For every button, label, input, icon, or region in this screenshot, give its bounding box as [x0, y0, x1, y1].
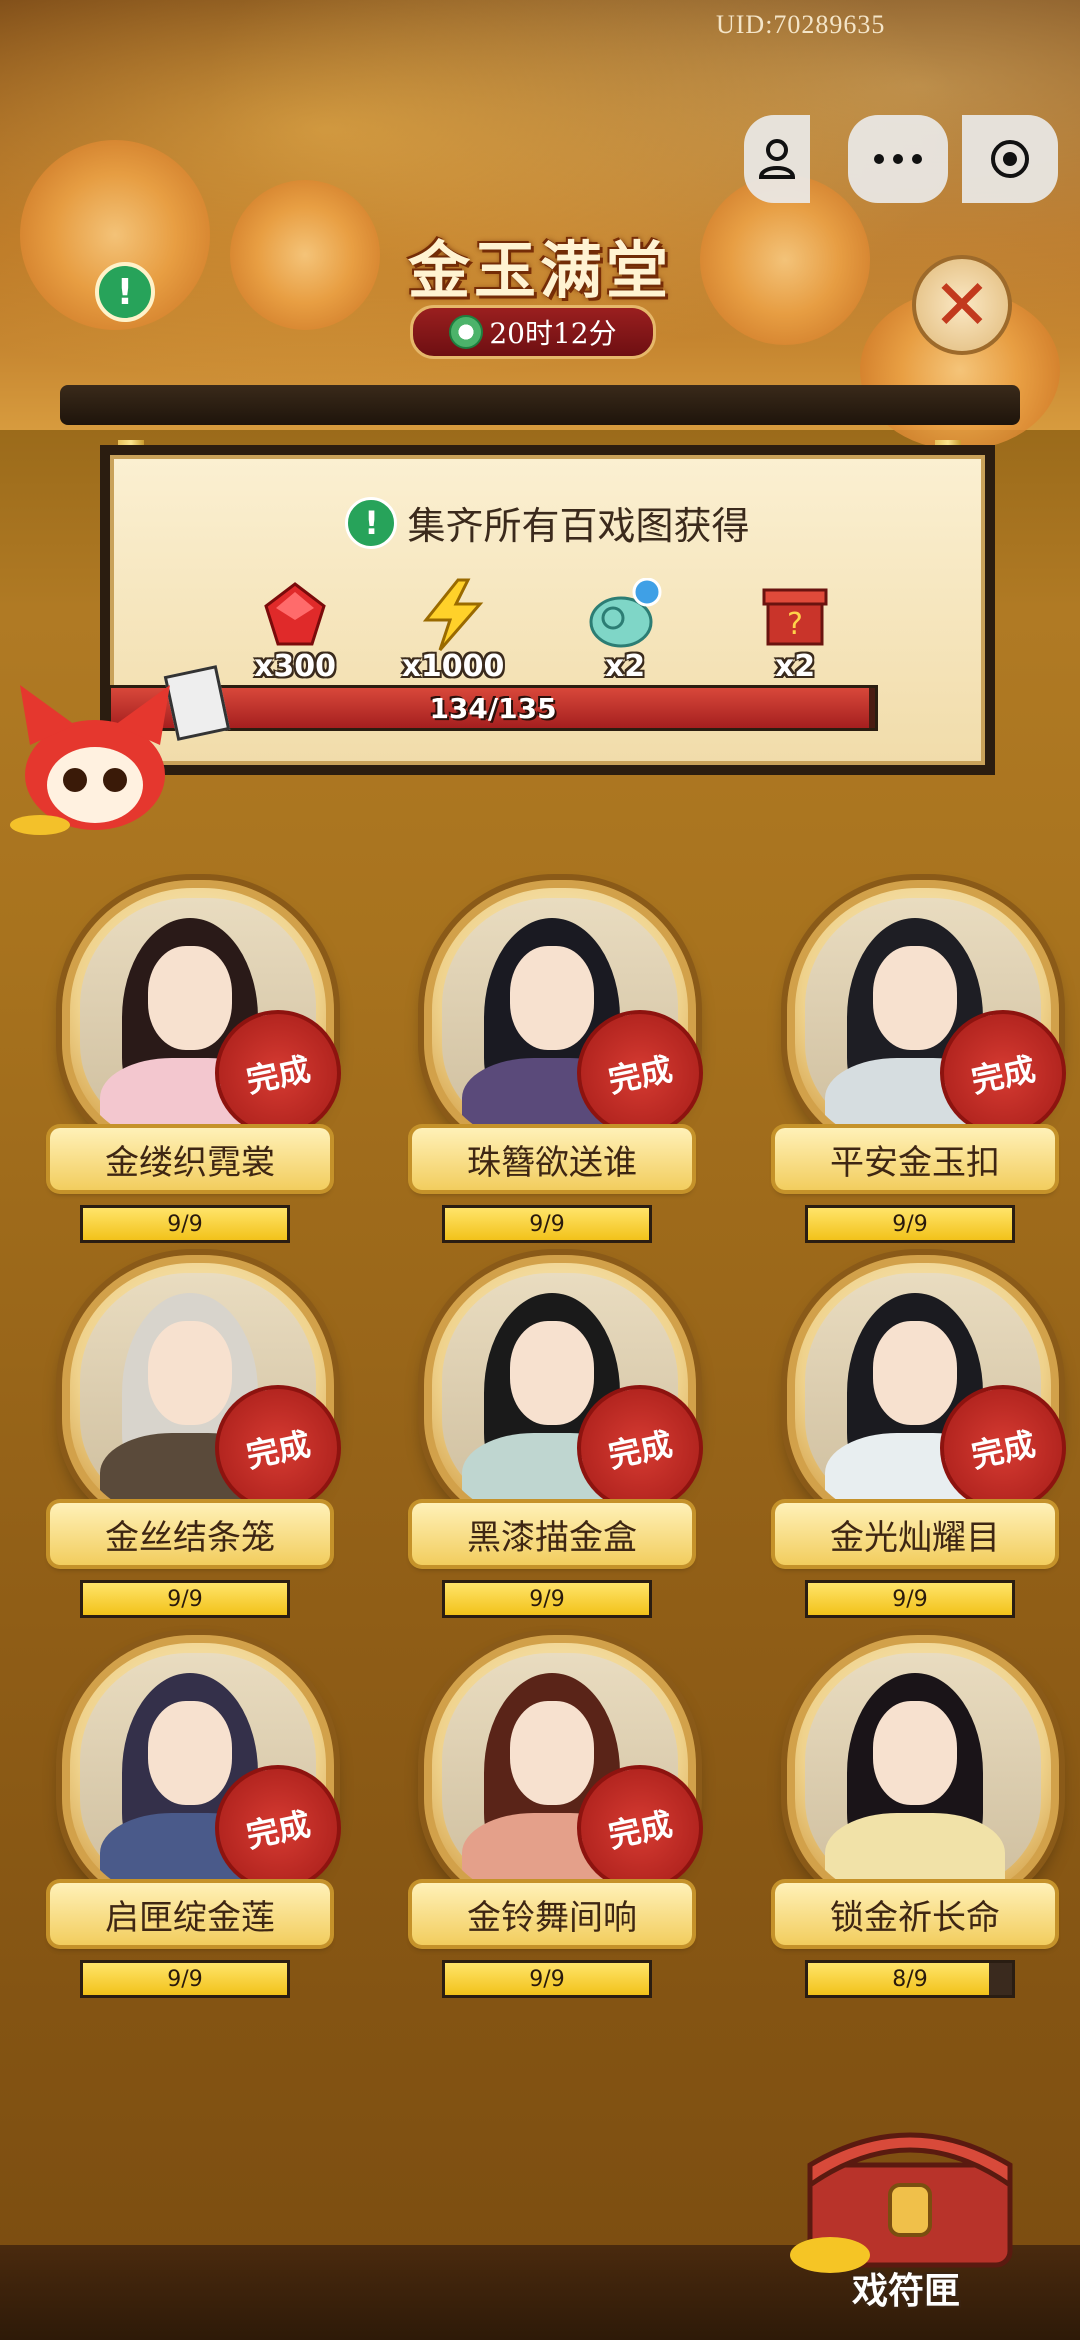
- character-progress-bar: 9/9: [80, 1205, 290, 1243]
- character-progress-label: 9/9: [892, 1211, 928, 1237]
- character-name: 启匣绽金莲: [50, 1883, 330, 1945]
- more-options-button[interactable]: [848, 115, 948, 203]
- target-icon: [991, 140, 1029, 178]
- character-card[interactable]: 完成 金铃舞间响 9/9: [402, 1635, 715, 2005]
- portrait-face: [148, 946, 232, 1050]
- lightning-energy-icon: [413, 575, 493, 655]
- portrait-face: [148, 1321, 232, 1425]
- character-portrait[interactable]: [787, 1635, 1059, 1907]
- event-title: 金玉满堂: [407, 234, 672, 307]
- close-button[interactable]: ✕: [912, 255, 1012, 355]
- character-progress-label: 9/9: [167, 1966, 203, 1992]
- character-name: 锁金祈长命: [775, 1883, 1055, 1945]
- character-progress-label: 9/9: [529, 1966, 565, 1992]
- user-id-label: UID:70289635: [716, 10, 886, 39]
- reward-qty: x2: [774, 649, 816, 684]
- mystery-box-icon: ?: [755, 575, 835, 655]
- character-progress-label: 9/9: [892, 1586, 928, 1612]
- chest-label[interactable]: 戏符匣: [852, 2262, 960, 2314]
- user-icon: [758, 139, 796, 179]
- character-card[interactable]: 完成 金缕织霓裳 9/9: [40, 880, 353, 1250]
- character-card[interactable]: 完成 珠簪欲送谁 9/9: [402, 880, 715, 1250]
- character-progress-bar: 9/9: [442, 1205, 652, 1243]
- character-progress-bar: 9/9: [805, 1580, 1015, 1618]
- portrait-face: [873, 1701, 957, 1805]
- character-card[interactable]: 完成 金光灿耀目 9/9: [765, 1255, 1078, 1625]
- character-progress-label: 9/9: [529, 1586, 565, 1612]
- character-card[interactable]: 锁金祈长命 8/9: [765, 1635, 1065, 2005]
- reward-item-energy[interactable]: x1000: [393, 575, 513, 684]
- portrait-face: [510, 1321, 594, 1425]
- info-icon[interactable]: !: [95, 262, 155, 322]
- character-name: 平安金玉扣: [775, 1128, 1055, 1190]
- character-card[interactable]: 完成 启匣绽金莲 9/9: [40, 1635, 353, 2005]
- character-name: 金丝结条笼: [50, 1503, 330, 1565]
- character-progress-bar: 9/9: [80, 1580, 290, 1618]
- portrait-face: [510, 946, 594, 1050]
- character-name: 金光灿耀目: [775, 1503, 1055, 1565]
- reward-banner: ! 集齐所有百戏图获得: [110, 495, 985, 550]
- character-progress-bar: 9/9: [80, 1960, 290, 1998]
- character-progress-label: 9/9: [167, 1211, 203, 1237]
- reward-qty: x1000: [401, 649, 505, 684]
- character-progress-bar: 9/9: [805, 1205, 1015, 1243]
- character-name: 金缕织霓裳: [50, 1128, 330, 1190]
- clock-icon: [449, 315, 484, 349]
- event-title-plate: 金玉满堂: [385, 210, 695, 320]
- decorative-flower: [230, 180, 380, 330]
- reward-qty: x300: [254, 649, 336, 684]
- treasure-chest-button[interactable]: [790, 2125, 1030, 2275]
- reward-item-gem[interactable]: x300: [235, 575, 355, 684]
- character-progress-bar: 8/9: [805, 1960, 1015, 1998]
- portrait-face: [510, 1701, 594, 1805]
- character-name: 黑漆描金盒: [412, 1503, 692, 1565]
- close-miniprogram-button[interactable]: [962, 115, 1058, 203]
- character-progress-label: 8/9: [892, 1966, 928, 1992]
- close-icon: ✕: [932, 264, 992, 346]
- panel-roof: [60, 385, 1020, 425]
- character-name: 珠簪欲送谁: [412, 1128, 692, 1190]
- character-progress-label: 9/9: [167, 1586, 203, 1612]
- character-card[interactable]: 完成 黑漆描金盒 9/9: [402, 1255, 715, 1625]
- portrait-face: [148, 1701, 232, 1805]
- profile-button[interactable]: [744, 115, 810, 203]
- reward-item-mystery-box[interactable]: ? x2: [735, 575, 855, 684]
- character-card[interactable]: 完成 平安金玉扣 9/9: [765, 880, 1078, 1250]
- character-progress-label: 9/9: [529, 1211, 565, 1237]
- countdown-timer: 20时12分: [410, 305, 656, 359]
- character-name: 金铃舞间响: [412, 1883, 692, 1945]
- reward-qty: x2: [604, 649, 646, 684]
- red-gem-icon: [255, 575, 335, 655]
- character-card[interactable]: 完成 金丝结条笼 9/9: [40, 1255, 353, 1625]
- fox-mascot-icon: [10, 685, 170, 835]
- character-progress-bar: 9/9: [442, 1960, 652, 1998]
- jade-cloud-token-icon: [585, 575, 665, 655]
- reward-banner-text: 集齐所有百戏图获得: [407, 504, 750, 548]
- character-progress-bar: 9/9: [442, 1580, 652, 1618]
- portrait-face: [873, 1321, 957, 1425]
- reward-item-jade-token[interactable]: x2: [565, 575, 685, 684]
- portrait-face: [873, 946, 957, 1050]
- ellipsis-icon: [874, 154, 922, 164]
- info-icon: !: [345, 496, 398, 549]
- countdown-text: 20时12分: [489, 317, 617, 350]
- svg-text:?: ?: [787, 607, 803, 642]
